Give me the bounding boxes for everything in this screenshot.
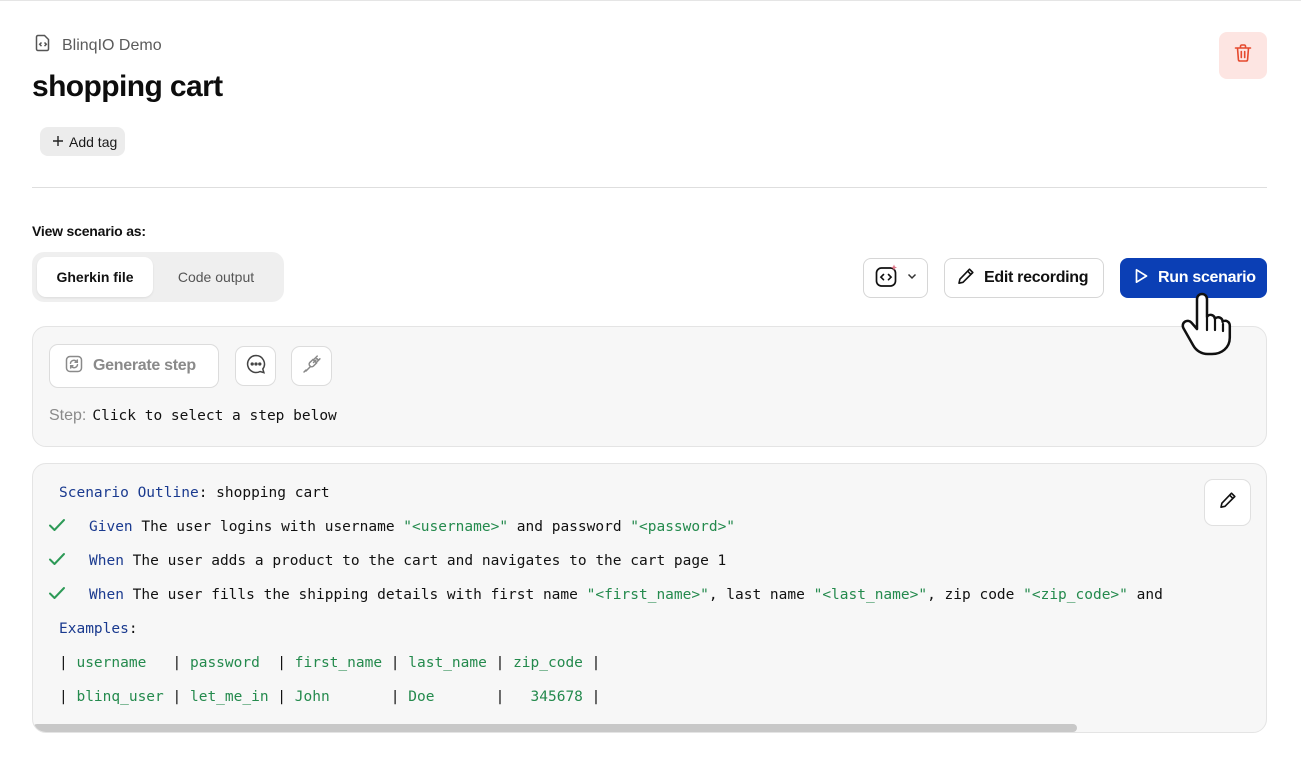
step-label: Step:	[49, 407, 87, 424]
examples-line: Examples:	[59, 621, 138, 637]
page-title: shopping cart	[32, 70, 223, 103]
table-header-cell: zip_code	[513, 655, 583, 671]
ai-code-icon	[874, 263, 900, 294]
file-code-icon	[33, 33, 53, 58]
delete-button[interactable]	[1219, 32, 1267, 79]
generate-icon	[64, 354, 84, 379]
check-icon	[47, 583, 67, 603]
add-tag-button[interactable]: Add tag	[40, 127, 126, 156]
gherkin-step[interactable]: Given The user logins with username "<us…	[89, 516, 735, 538]
check-icon	[47, 515, 67, 535]
step-row: Step: Click to select a step below	[49, 407, 337, 425]
chat-bubble-icon	[245, 353, 267, 380]
step-keyword: When	[89, 553, 124, 569]
outline-name: shopping cart	[216, 485, 330, 501]
table-cell: Doe	[408, 689, 487, 705]
step-text: , last name	[708, 587, 814, 603]
section-divider	[32, 187, 1267, 188]
outline-keyword: Scenario Outline	[59, 485, 199, 501]
step-text: and password	[508, 519, 631, 535]
scenario-outline-line[interactable]: Scenario Outline: shopping cart	[59, 482, 330, 504]
gherkin-code: Scenario Outline: shopping cart Given Th…	[33, 464, 1266, 719]
pencil-icon	[1218, 490, 1238, 515]
hand-pointer-icon	[1172, 290, 1236, 358]
tab-code-output[interactable]: Code output	[153, 257, 279, 297]
run-scenario-label: Run scenario	[1158, 269, 1256, 286]
trash-icon	[1232, 42, 1254, 69]
step-text: The user adds a product to the cart and …	[132, 553, 727, 569]
gherkin-step[interactable]: When The user adds a product to the cart…	[89, 550, 726, 572]
view-toggle: Gherkin file Code output	[32, 252, 284, 302]
step-keyword: When	[89, 587, 124, 603]
step-text: The user fills the shipping details with…	[132, 587, 587, 603]
step-parameter: "<first_name>"	[586, 587, 709, 603]
step-text: , zip code	[927, 587, 1024, 603]
step-keyword: Given	[89, 519, 133, 535]
generate-step-label: Generate step	[93, 357, 196, 374]
generate-step-button[interactable]: Generate step	[49, 344, 219, 388]
chevron-down-icon	[906, 269, 918, 287]
table-header-cell: password	[189, 655, 269, 671]
plug-button[interactable]	[291, 346, 332, 386]
table-header-cell: last_name	[408, 655, 487, 671]
horizontal-scrollbar[interactable]	[33, 724, 1077, 732]
add-tag-label: Add tag	[69, 133, 118, 150]
ai-code-dropdown-button[interactable]	[863, 258, 928, 298]
step-parameter: "<zip_code>"	[1023, 587, 1128, 603]
step-text: and	[1127, 587, 1163, 603]
plus-icon	[52, 134, 64, 150]
gherkin-step[interactable]: When The user fills the shipping details…	[89, 584, 1163, 606]
plug-icon	[301, 353, 323, 380]
step-parameter: "<password>"	[630, 519, 736, 535]
gherkin-code-panel: Scenario Outline: shopping cart Given Th…	[32, 463, 1267, 733]
table-header-cell: first_name	[294, 655, 383, 671]
table-cell: John	[294, 689, 383, 705]
examples-table-row: | username | password | first_name | las…	[59, 655, 610, 671]
step-parameter: "<last_name>"	[813, 587, 928, 603]
edit-code-button[interactable]	[1204, 479, 1251, 526]
examples-table-row: | blinq_user | let_me_in | John | Doe | …	[59, 689, 610, 705]
pencil-icon	[956, 266, 976, 291]
step-text: The user logins with username	[141, 519, 404, 535]
step-panel: Generate step Step: Click to select a st…	[32, 326, 1267, 447]
project-name[interactable]: BlinqIO Demo	[62, 37, 162, 55]
edit-recording-label: Edit recording	[984, 269, 1089, 286]
tab-gherkin-file[interactable]: Gherkin file	[37, 257, 153, 297]
table-header-cell: username	[76, 655, 164, 671]
table-cell: blinq_user	[76, 689, 164, 705]
step-parameter: "<username>"	[403, 519, 509, 535]
top-border	[0, 0, 1301, 1]
examples-keyword: Examples	[59, 621, 129, 637]
step-text[interactable]: Click to select a step below	[92, 408, 336, 424]
breadcrumb[interactable]: BlinqIO Demo	[33, 33, 162, 58]
play-icon	[1132, 267, 1150, 290]
check-icon	[47, 549, 67, 569]
table-cell: 345678	[513, 689, 583, 705]
edit-recording-button[interactable]: Edit recording	[944, 258, 1104, 298]
table-cell: let_me_in	[189, 689, 269, 705]
chat-button[interactable]	[235, 346, 276, 386]
view-as-label: View scenario as:	[32, 223, 146, 239]
